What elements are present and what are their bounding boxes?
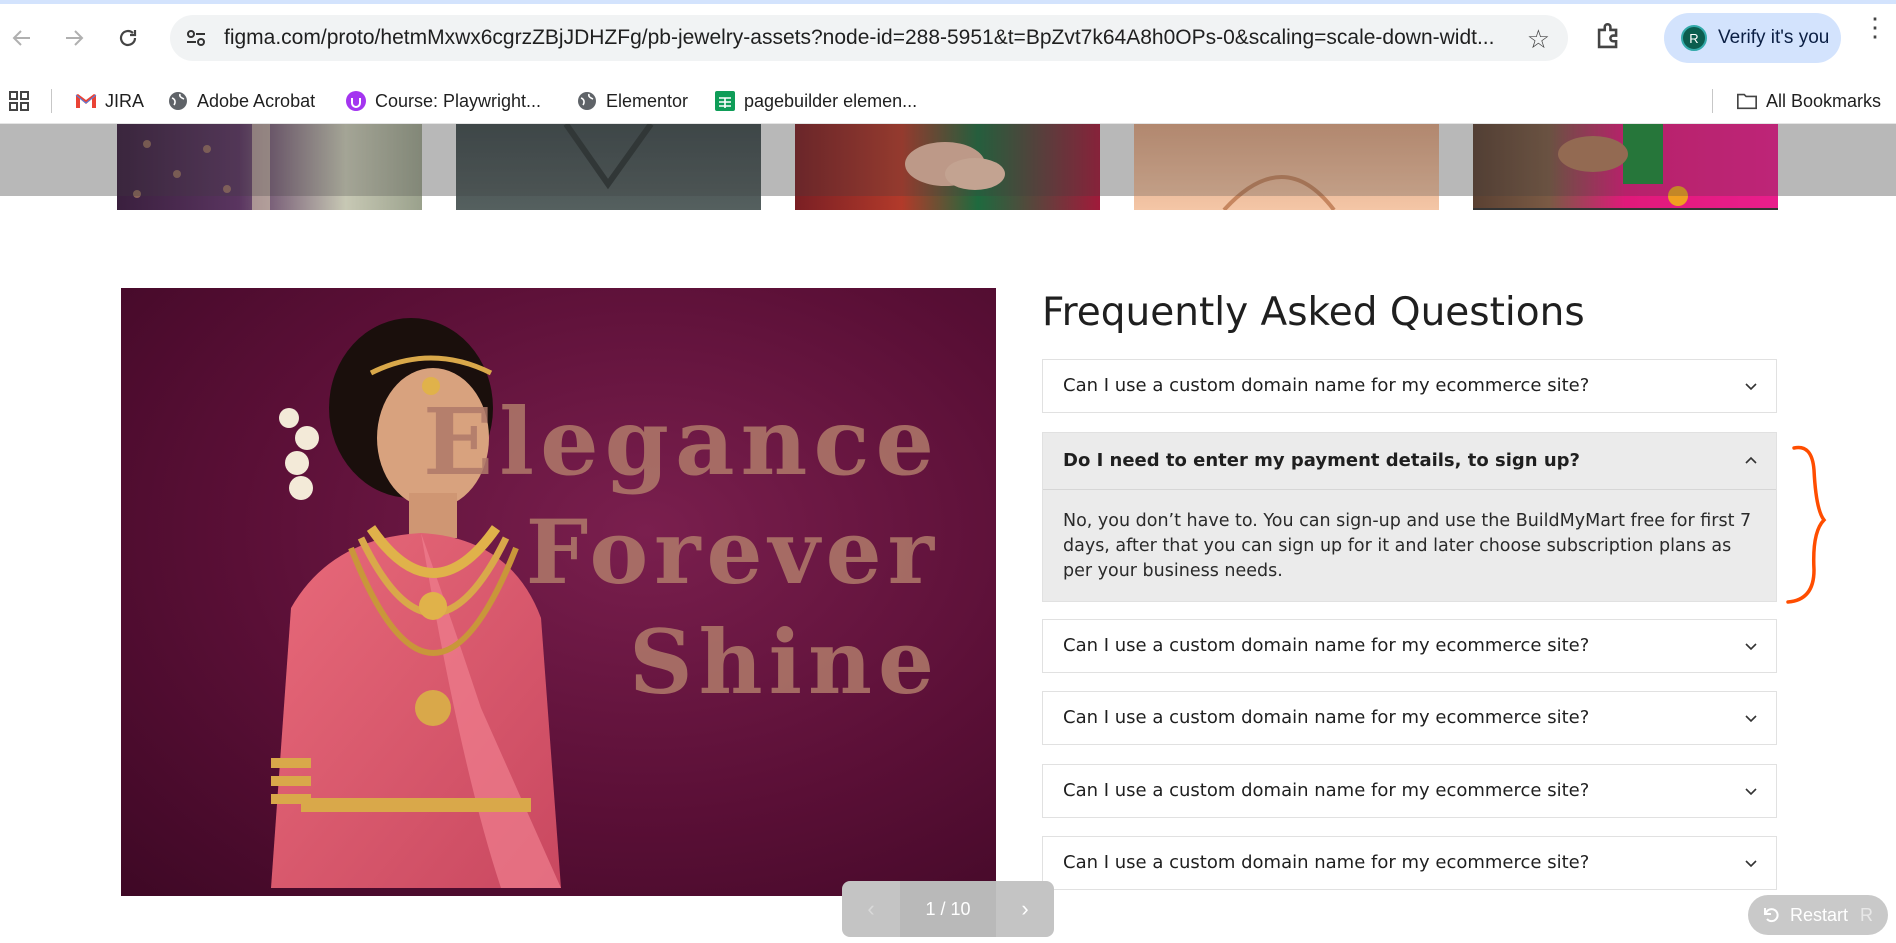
faq-item-3[interactable]: Can I use a custom domain name for my ec… xyxy=(1042,619,1777,673)
hero-banner-image: Elegance Forever Shine xyxy=(121,288,996,896)
faq-item-2-expanded[interactable]: Do I need to enter my payment details, t… xyxy=(1042,432,1777,602)
faq-question: Can I use a custom domain name for my ec… xyxy=(1063,375,1590,396)
chevron-down-icon xyxy=(1745,788,1757,796)
previous-frame-button[interactable]: ‹ xyxy=(842,881,900,937)
chevron-down-icon xyxy=(1745,383,1757,391)
faq-item-4[interactable]: Can I use a custom domain name for my ec… xyxy=(1042,691,1777,745)
arrow-left-icon xyxy=(12,30,30,46)
annotation-bracket xyxy=(1786,445,1827,604)
kebab-icon[interactable]: ⋮ xyxy=(1862,14,1888,40)
gallery-thumb-1[interactable] xyxy=(117,124,422,210)
chevron-down-icon xyxy=(1745,643,1757,651)
site-info-icon[interactable] xyxy=(184,26,208,50)
avatar: R xyxy=(1681,25,1707,51)
restart-shortcut: R xyxy=(1860,904,1874,925)
faq-question: Do I need to enter my payment details, t… xyxy=(1063,450,1580,471)
faq-question: Can I use a custom domain name for my ec… xyxy=(1063,780,1590,801)
gmail-icon xyxy=(75,90,97,112)
gallery-thumb-2[interactable] xyxy=(456,124,761,210)
gallery-thumb-5[interactable] xyxy=(1473,124,1778,210)
faq-item-1[interactable]: Can I use a custom domain name for my ec… xyxy=(1042,359,1777,413)
faq-divider xyxy=(1043,489,1776,490)
forward-button[interactable] xyxy=(56,20,92,56)
bookmark-elementor[interactable]: Elementor xyxy=(576,88,688,114)
faq-item-6[interactable]: Can I use a custom domain name for my ec… xyxy=(1042,836,1777,890)
all-bookmarks-label: All Bookmarks xyxy=(1766,90,1882,111)
chevron-down-icon xyxy=(1745,860,1757,868)
url-text[interactable]: figma.com/proto/hetmMxwx6cgrzZBjJDHZFg/p… xyxy=(224,26,1514,50)
star-icon[interactable]: ☆ xyxy=(1527,24,1550,55)
restart-label: Restart xyxy=(1790,904,1849,925)
bookmark-pagebuilder[interactable]: pagebuilder elemen... xyxy=(714,88,917,114)
globe-icon xyxy=(167,90,189,112)
bookmark-label: JIRA xyxy=(105,90,145,111)
bookmark-adobe-acrobat[interactable]: Adobe Acrobat xyxy=(167,88,315,114)
hero-line-1: Elegance xyxy=(423,388,940,496)
faq-title: Frequently Asked Questions xyxy=(1042,290,1585,335)
browser-toolbar: figma.com/proto/hetmMxwx6cgrzZBjJDHZFg/p… xyxy=(0,0,1896,78)
arrow-right-icon xyxy=(66,30,84,46)
faq-question: Can I use a custom domain name for my ec… xyxy=(1063,635,1590,656)
sheets-icon xyxy=(714,90,736,112)
next-frame-button[interactable]: › xyxy=(996,881,1054,937)
hero-line-2: Forever xyxy=(525,500,940,604)
faq-question: Can I use a custom domain name for my ec… xyxy=(1063,707,1590,728)
gallery-thumb-3[interactable] xyxy=(795,124,1100,210)
hero-line-3: Shine xyxy=(629,610,940,714)
bookmarks-bar: JIRA Adobe Acrobat Course: Playwright...… xyxy=(0,78,1896,124)
apps-icon[interactable] xyxy=(8,88,30,114)
restart-button[interactable]: Restart R xyxy=(1748,895,1888,935)
faq-question: Can I use a custom domain name for my ec… xyxy=(1063,852,1590,873)
faq-answer: No, you don’t have to. You can sign-up a… xyxy=(1063,511,1752,581)
tab-strip xyxy=(0,0,1896,4)
bookmark-course-playwright[interactable]: Course: Playwright... xyxy=(345,88,541,114)
globe-icon xyxy=(576,90,598,112)
restart-icon xyxy=(1764,908,1779,923)
reload-button[interactable] xyxy=(110,20,146,56)
frame-counter: 1 / 10 xyxy=(900,881,996,937)
folder-icon xyxy=(1736,90,1758,112)
puzzle-icon[interactable] xyxy=(1592,20,1626,54)
bookmark-label: Course: Playwright... xyxy=(375,90,542,111)
gallery-thumb-4[interactable] xyxy=(1134,124,1439,210)
bookmarks-divider xyxy=(1712,89,1713,113)
prototype-page: Elegance Forever Shine Frequently Asked … xyxy=(0,124,1896,943)
faq-item-5[interactable]: Can I use a custom domain name for my ec… xyxy=(1042,764,1777,818)
back-button[interactable] xyxy=(4,20,40,56)
reload-icon xyxy=(119,29,137,47)
bookmark-jira[interactable]: JIRA xyxy=(75,88,144,114)
bookmark-label: Elementor xyxy=(606,90,689,111)
chevron-up-icon xyxy=(1745,456,1757,464)
address-bar[interactable]: figma.com/proto/hetmMxwx6cgrzZBjJDHZFg/p… xyxy=(170,15,1568,61)
bookmarks-divider xyxy=(51,89,52,113)
bookmark-label: pagebuilder elemen... xyxy=(744,90,918,111)
udemy-icon xyxy=(345,90,367,112)
chevron-down-icon xyxy=(1745,715,1757,723)
all-bookmarks-button[interactable]: All Bookmarks xyxy=(1736,88,1881,114)
bookmark-label: Adobe Acrobat xyxy=(197,90,316,111)
prototype-pager: ‹ 1 / 10 › xyxy=(842,881,1054,937)
verify-label: Verify it's you xyxy=(1718,27,1830,48)
verify-profile-button[interactable]: R Verify it's you xyxy=(1664,13,1841,63)
